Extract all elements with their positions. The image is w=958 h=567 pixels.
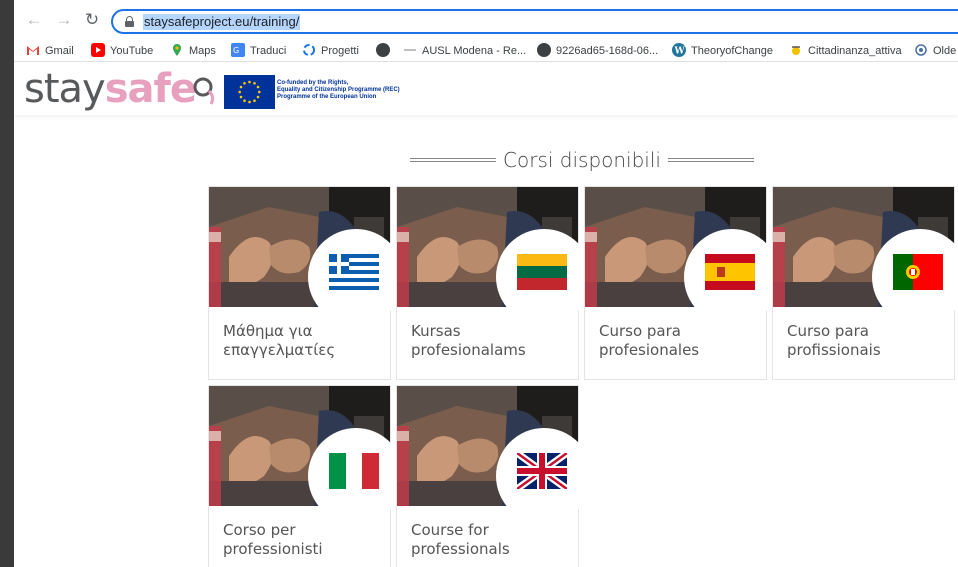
gmail-icon bbox=[26, 43, 40, 57]
staysafe-logo[interactable]: staysafe bbox=[24, 67, 197, 111]
flag-lithuania-icon bbox=[517, 254, 567, 290]
bookmark-9226[interactable]: 9226ad65-168d-06... bbox=[537, 42, 658, 60]
globe-icon bbox=[537, 43, 551, 57]
bookmark-globe[interactable] bbox=[376, 42, 395, 60]
progetti-icon bbox=[302, 43, 316, 57]
course-title[interactable]: Μάθημα για επαγγελματίες bbox=[223, 322, 383, 360]
globe-icon bbox=[376, 43, 390, 57]
course-title[interactable]: Course for professionals bbox=[411, 521, 571, 559]
eu-flag-icon bbox=[224, 75, 275, 109]
browser-window: ← → ↻ staysafeproject.eu/training/ Gmail… bbox=[14, 0, 958, 567]
course-card-spain[interactable]: Curso para profesionales bbox=[584, 186, 780, 380]
forward-icon[interactable]: → bbox=[54, 10, 74, 30]
flag-greece-icon bbox=[329, 254, 379, 290]
eu-funding-text: Co-funded by the Rights, Equality and Ci… bbox=[277, 80, 400, 100]
wordpress-icon: W bbox=[672, 43, 686, 57]
back-icon[interactable]: ← bbox=[24, 10, 44, 30]
address-bar[interactable]: staysafeproject.eu/training/ bbox=[111, 9, 958, 34]
course-title[interactable]: Corso per professionisti bbox=[223, 521, 383, 559]
maps-icon bbox=[170, 43, 184, 57]
bookmark-olde[interactable]: Olde bbox=[914, 42, 956, 60]
bookmark-traduci[interactable]: G Traduci bbox=[231, 42, 286, 60]
svg-text:G: G bbox=[233, 46, 239, 55]
youtube-icon bbox=[91, 43, 105, 57]
cittadinanza-icon bbox=[789, 43, 803, 57]
site-header: staysafe Co-funded by the Rights, Equali… bbox=[14, 63, 958, 115]
course-card-lithuania[interactable]: Kursas profesionalams bbox=[396, 186, 592, 380]
reload-icon[interactable]: ↻ bbox=[82, 10, 102, 30]
bookmark-cittadinanza[interactable]: Cittadinanza_attiva bbox=[789, 42, 902, 60]
logo-person-icon bbox=[193, 77, 215, 105]
course-card-greece[interactable]: Μάθημα για επαγγελματίες bbox=[208, 186, 404, 380]
course-card-portugal[interactable]: Curso para profissionais bbox=[772, 186, 958, 380]
bookmark-youtube[interactable]: YouTube bbox=[91, 42, 153, 60]
flag-portugal-icon bbox=[893, 254, 943, 290]
bookmark-gmail[interactable]: Gmail bbox=[26, 42, 74, 60]
url-text[interactable]: staysafeproject.eu/training/ bbox=[143, 14, 301, 30]
bookmark-maps[interactable]: Maps bbox=[170, 42, 216, 60]
flag-uk-icon bbox=[514, 450, 570, 492]
flag-spain-icon bbox=[705, 254, 755, 290]
bookmark-theoryofchange[interactable]: W TheoryofChange bbox=[672, 42, 773, 60]
course-title[interactable]: Curso para profissionais bbox=[787, 322, 947, 360]
course-title[interactable]: Kursas profesionalams bbox=[411, 322, 571, 360]
course-title[interactable]: Curso para profesionales bbox=[599, 322, 759, 360]
bookmark-ausl[interactable]: AUSL Modena - Re... bbox=[403, 42, 526, 60]
ausl-icon bbox=[403, 43, 417, 57]
window-edge bbox=[0, 0, 14, 567]
flag-italy-icon bbox=[329, 453, 379, 489]
bookmark-progetti[interactable]: Progetti bbox=[302, 42, 359, 60]
browser-toolbar: ← → ↻ staysafeproject.eu/training/ bbox=[14, 0, 958, 40]
course-card-italy[interactable]: Corso per professionisti bbox=[208, 385, 404, 567]
svg-text:W: W bbox=[674, 47, 686, 57]
bookmarks-bar: Gmail YouTube Maps G Traduci Progetti AU… bbox=[14, 40, 958, 62]
lock-icon[interactable] bbox=[125, 16, 134, 27]
translate-icon: G bbox=[231, 43, 245, 57]
olde-icon bbox=[914, 43, 928, 57]
course-card-uk[interactable]: Course for professionals bbox=[396, 385, 592, 567]
title-rule-right bbox=[668, 158, 754, 162]
